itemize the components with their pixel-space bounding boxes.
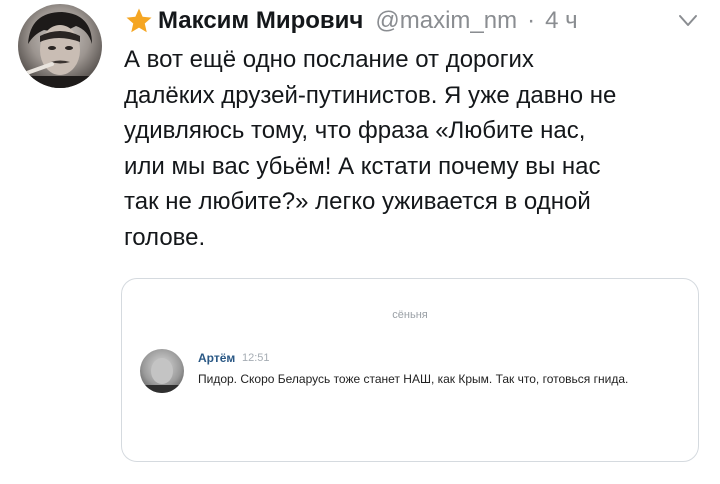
tweet-header: Максим Мирович @maxim_nm · 4 ч: [124, 6, 578, 36]
tweet-text: А вот ещё одно послание от дорогих далёк…: [124, 46, 617, 251]
author-handle[interactable]: @maxim_nm: [375, 7, 517, 35]
date-separator: сёньня: [392, 309, 428, 321]
message-avatar: [140, 349, 184, 393]
message-text: Пидор. Скоро Беларусь тоже станет НАШ, к…: [198, 372, 629, 386]
tweet-timestamp[interactable]: 4 ч: [545, 7, 578, 35]
author-avatar[interactable]: [18, 4, 102, 88]
chevron-down-icon[interactable]: [678, 14, 698, 28]
embedded-message-card[interactable]: сёньня Артём 12:51 Пидор. Скоро Беларусь…: [121, 278, 699, 462]
star-icon: [126, 8, 152, 33]
author-name[interactable]: Максим Мирович: [158, 7, 363, 35]
message-time: 12:51: [242, 352, 270, 364]
separator-dot: ·: [527, 7, 536, 34]
message-author[interactable]: Артём: [198, 351, 235, 365]
tweet: Максим Мирович @maxim_nm · 4 ч А вот ещё…: [0, 0, 720, 484]
